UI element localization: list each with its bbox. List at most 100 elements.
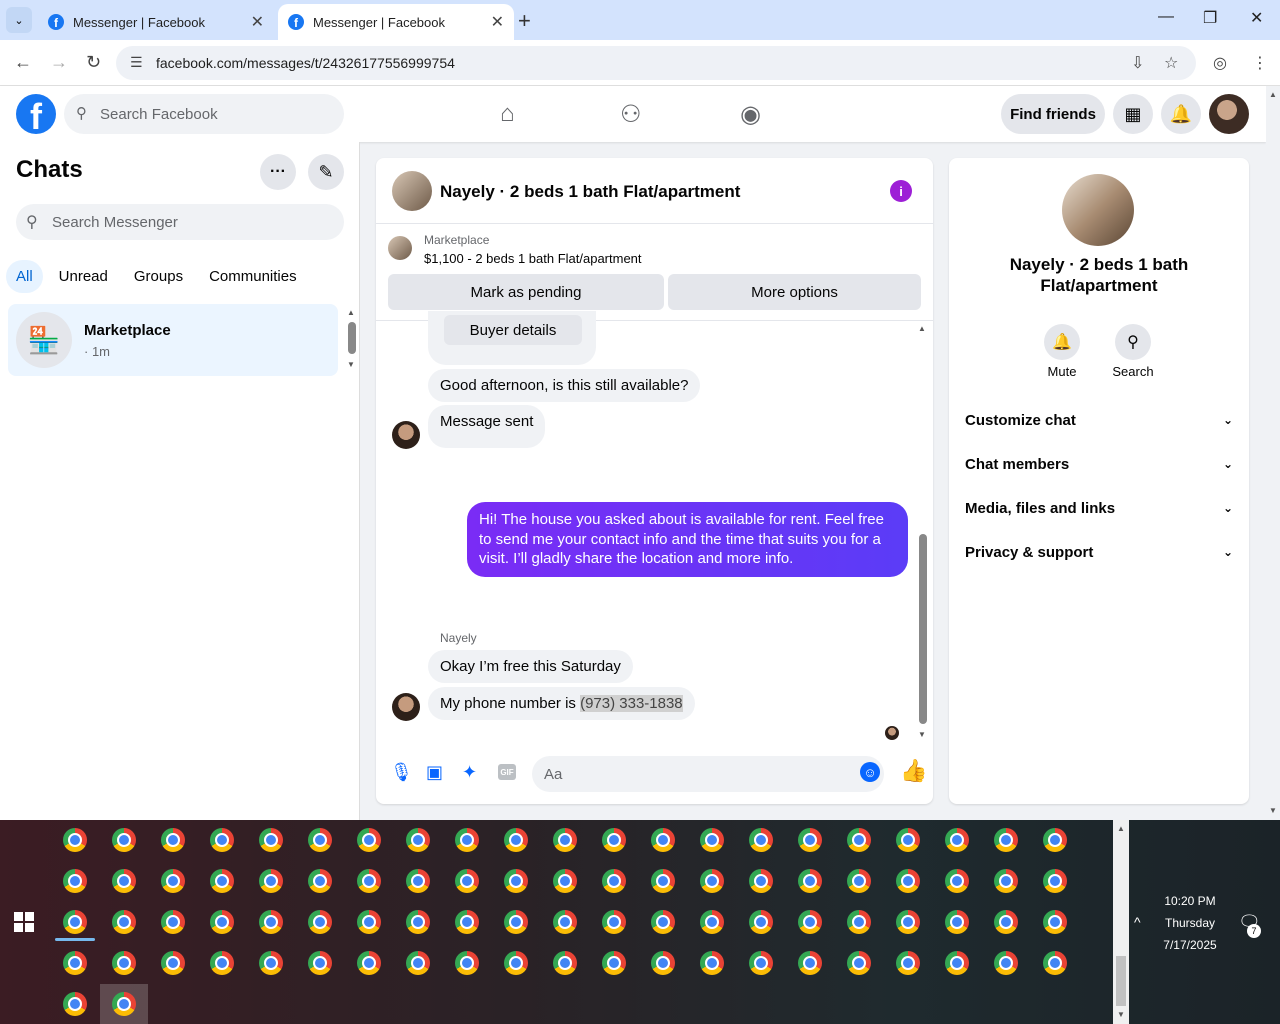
chrome-taskbar-icon[interactable]	[308, 869, 332, 893]
chrome-taskbar-icon[interactable]	[210, 951, 234, 975]
chrome-taskbar-icon[interactable]	[259, 910, 283, 934]
chrome-taskbar-icon[interactable]	[112, 910, 136, 934]
taskbar-scrollbar[interactable]: ▲ ▼	[1113, 820, 1129, 1024]
scroll-thumb[interactable]	[348, 322, 356, 354]
new-message-icon[interactable]: ✎	[308, 154, 344, 190]
show-hidden-icons-icon[interactable]: ^	[1134, 914, 1141, 930]
chrome-taskbar-icon[interactable]	[112, 828, 136, 852]
menu-grid-icon[interactable]: ▦	[1113, 94, 1153, 134]
emoji-icon[interactable]: ☺	[860, 762, 880, 782]
chrome-taskbar-icon[interactable]	[161, 910, 185, 934]
scroll-thumb[interactable]	[919, 534, 927, 724]
browser-tab-1[interactable]: f Messenger | Facebook ✕	[38, 4, 274, 40]
media-files-links-section[interactable]: Media, files and links ⌄	[965, 496, 1233, 520]
messenger-search-input[interactable]: ⚲ Search Messenger	[16, 204, 344, 240]
chrome-taskbar-icon[interactable]	[455, 828, 479, 852]
chrome-taskbar-icon[interactable]	[749, 828, 773, 852]
scroll-down-icon[interactable]: ▼	[347, 360, 355, 369]
chrome-taskbar-icon[interactable]	[798, 951, 822, 975]
chrome-taskbar-icon[interactable]	[308, 828, 332, 852]
chrome-taskbar-icon[interactable]	[259, 828, 283, 852]
find-friends-button[interactable]: Find friends	[1001, 94, 1105, 134]
browser-tab-2[interactable]: f Messenger | Facebook ✕	[278, 4, 514, 40]
chrome-taskbar-icon[interactable]	[847, 910, 871, 934]
reload-icon[interactable]: ↻	[86, 52, 101, 73]
chrome-taskbar-icon[interactable]	[1043, 910, 1067, 934]
chrome-taskbar-icon[interactable]	[553, 910, 577, 934]
chrome-taskbar-icon[interactable]	[161, 951, 185, 975]
forward-icon[interactable]: →	[50, 52, 68, 73]
chrome-taskbar-icon[interactable]	[63, 951, 87, 975]
bookmark-star-icon[interactable]: ☆	[1164, 53, 1178, 73]
minimize-icon[interactable]: —	[1158, 8, 1174, 26]
back-icon[interactable]: ←	[14, 52, 32, 73]
chrome-taskbar-icon[interactable]	[210, 910, 234, 934]
chrome-taskbar-icon[interactable]	[112, 951, 136, 975]
conversation-item-marketplace[interactable]: 🏪 Marketplace · 1m	[8, 304, 338, 376]
chrome-taskbar-icon[interactable]	[504, 951, 528, 975]
chrome-taskbar-icon[interactable]	[308, 951, 332, 975]
chrome-taskbar-icon[interactable]	[553, 951, 577, 975]
scroll-up-icon[interactable]: ▲	[1117, 824, 1125, 833]
chrome-taskbar-icon[interactable]	[63, 992, 87, 1016]
restore-icon[interactable]: ❐	[1203, 8, 1217, 28]
chrome-taskbar-icon[interactable]	[455, 910, 479, 934]
contact-avatar[interactable]	[1062, 174, 1134, 246]
chrome-taskbar-icon[interactable]	[406, 828, 430, 852]
chrome-taskbar-icon[interactable]	[553, 828, 577, 852]
chrome-taskbar-icon[interactable]	[357, 910, 381, 934]
mark-as-pending-button[interactable]: Mark as pending	[388, 274, 664, 310]
chrome-taskbar-icon[interactable]	[357, 869, 381, 893]
scroll-down-icon[interactable]: ▼	[1269, 806, 1277, 815]
scroll-up-icon[interactable]: ▲	[918, 324, 926, 333]
chrome-taskbar-icon[interactable]	[63, 910, 87, 934]
sender-avatar[interactable]	[392, 693, 420, 721]
privacy-support-section[interactable]: Privacy & support ⌄	[965, 540, 1233, 564]
url-field[interactable]: ☰ facebook.com/messages/t/24326177556999…	[116, 46, 1196, 80]
chrome-taskbar-icon[interactable]	[504, 910, 528, 934]
chrome-taskbar-icon[interactable]	[602, 828, 626, 852]
conversation-title[interactable]: Nayely · 2 beds 1 bath Flat/apartment	[440, 182, 740, 202]
photo-icon[interactable]: ▣	[426, 762, 443, 783]
more-options-icon[interactable]: ···	[260, 154, 296, 190]
menu-kebab-icon[interactable]: ⋮	[1252, 53, 1268, 73]
tab-close-icon[interactable]: ✕	[251, 12, 264, 32]
chrome-taskbar-icon[interactable]	[749, 910, 773, 934]
chrome-taskbar-icon[interactable]	[357, 828, 381, 852]
groups-icon[interactable]: ◉	[740, 100, 761, 129]
chrome-taskbar-icon[interactable]	[602, 869, 626, 893]
filter-unread[interactable]: Unread	[59, 260, 108, 293]
chrome-taskbar-icon[interactable]	[357, 951, 381, 975]
notifications-bell-icon[interactable]: 🔔	[1161, 94, 1201, 134]
message-input[interactable]: Aa	[532, 756, 884, 792]
install-app-icon[interactable]: ⇩	[1131, 53, 1144, 73]
scroll-up-icon[interactable]: ▲	[1269, 90, 1277, 99]
chrome-taskbar-icon[interactable]	[1043, 869, 1067, 893]
system-clock[interactable]: 10:20 PM Thursday 7/17/2025	[1150, 890, 1230, 956]
chrome-taskbar-icon[interactable]	[112, 992, 136, 1016]
chats-scrollbar[interactable]: ▲ ▼	[346, 308, 356, 369]
phone-number[interactable]: (973) 333-1838	[580, 695, 683, 712]
chrome-taskbar-icon[interactable]	[504, 869, 528, 893]
tab-search-button[interactable]: ⌄	[6, 7, 32, 33]
chrome-taskbar-icon[interactable]	[700, 828, 724, 852]
gif-icon[interactable]: GIF	[498, 764, 516, 780]
chrome-taskbar-icon[interactable]	[259, 951, 283, 975]
thumbs-up-icon[interactable]: 👍	[900, 758, 927, 784]
account-avatar[interactable]	[1209, 94, 1249, 134]
chrome-taskbar-icon[interactable]	[651, 910, 675, 934]
chrome-taskbar-icon[interactable]	[210, 869, 234, 893]
chrome-taskbar-icon[interactable]	[945, 951, 969, 975]
profile-icon[interactable]: ◎	[1213, 53, 1227, 73]
chrome-taskbar-icon[interactable]	[112, 869, 136, 893]
chrome-taskbar-icon[interactable]	[308, 910, 332, 934]
chrome-taskbar-icon[interactable]	[994, 869, 1018, 893]
chrome-taskbar-icon[interactable]	[847, 869, 871, 893]
chrome-taskbar-icon[interactable]	[406, 869, 430, 893]
chrome-taskbar-icon[interactable]	[847, 828, 871, 852]
chrome-taskbar-icon[interactable]	[259, 869, 283, 893]
scroll-down-icon[interactable]: ▼	[918, 730, 926, 739]
search-icon[interactable]: ⚲	[1115, 324, 1151, 360]
chrome-taskbar-icon[interactable]	[847, 951, 871, 975]
chrome-taskbar-icon[interactable]	[406, 910, 430, 934]
